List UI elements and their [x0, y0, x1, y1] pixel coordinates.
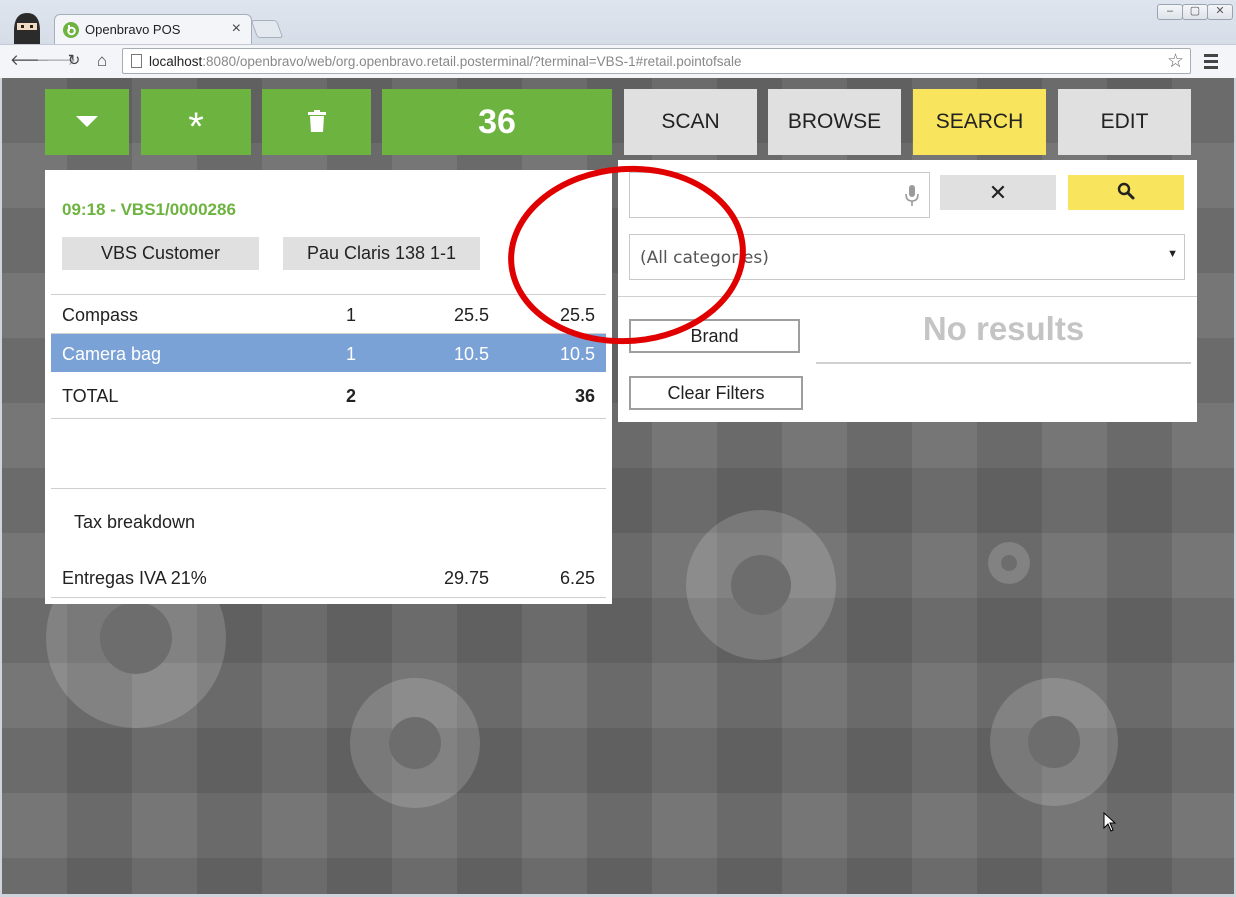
- browser-toolbar: 🡐 🡒 ↻ ⌂ localhost:8080/openbravo/web/org…: [0, 44, 1236, 78]
- total-amount: 36: [574, 386, 595, 406]
- tax-net: 29.75: [443, 568, 489, 588]
- back-icon[interactable]: 🡐: [10, 50, 50, 72]
- window-close-button[interactable]: ✕: [1207, 4, 1233, 20]
- background-logo-icon: [686, 510, 836, 660]
- ticket-id: 09:18 - VBS1/0000286: [62, 200, 236, 219]
- microphone-icon[interactable]: [905, 185, 919, 207]
- mouse-cursor-icon: [1103, 812, 1117, 832]
- line-price: 25.5: [453, 305, 489, 325]
- openbravo-favicon-icon: [63, 22, 79, 38]
- tax-name: Entregas IVA 21%: [62, 568, 207, 588]
- line-price: 10.5: [453, 344, 489, 364]
- line-product: Compass: [62, 305, 139, 325]
- new-tab-button[interactable]: [250, 20, 284, 38]
- pos-app: * 36 SCAN BROWSE SEARCH EDIT 09:18 - VBS…: [2, 78, 1234, 894]
- receipt-line-selected[interactable]: Camera bag 1 10.5 10.5: [51, 334, 606, 372]
- new-order-button[interactable]: *: [141, 89, 251, 155]
- line-gross: 25.5: [559, 305, 595, 325]
- bookmark-star-icon[interactable]: ☆: [1167, 50, 1184, 73]
- page-icon: [131, 54, 142, 68]
- total-qty: 2: [345, 386, 356, 406]
- browser-chrome: Openbravo POS × – ▢ ✕ 🡐 🡒 ↻ ⌂ localhost:…: [0, 0, 1236, 78]
- line-product: Camera bag: [62, 344, 162, 364]
- background-logo-icon: [988, 542, 1030, 584]
- tab-edit[interactable]: EDIT: [1058, 89, 1191, 155]
- receipt-line[interactable]: Compass 1 25.5 25.5: [51, 295, 606, 333]
- divider: [51, 488, 606, 489]
- receipt-panel: 09:18 - VBS1/0000286 VBS Customer Pau Cl…: [45, 170, 612, 604]
- tab-browse[interactable]: BROWSE: [768, 89, 901, 155]
- divider: [618, 296, 1197, 297]
- forward-icon[interactable]: 🡒: [36, 50, 76, 72]
- search-button[interactable]: [1068, 175, 1184, 210]
- line-qty: 1: [345, 305, 356, 325]
- search-panel: ✕ (All categories) ▼ Brand Clear Filters…: [618, 160, 1197, 422]
- delete-order-button[interactable]: [262, 89, 371, 155]
- browser-menu-icon[interactable]: [1202, 51, 1220, 71]
- clear-search-button[interactable]: ✕: [940, 175, 1056, 210]
- url-text: localhost:8080/openbravo/web/org.openbra…: [149, 54, 742, 69]
- divider: [51, 418, 606, 419]
- customer-button[interactable]: VBS Customer: [62, 237, 259, 270]
- trash-icon: [307, 109, 326, 132]
- total-row: TOTAL 2 36: [51, 376, 606, 414]
- background-logo-icon: [350, 678, 480, 808]
- browser-tab[interactable]: Openbravo POS ×: [54, 14, 252, 44]
- address-bar[interactable]: localhost:8080/openbravo/web/org.openbra…: [122, 48, 1191, 74]
- background-logo-icon: [990, 678, 1118, 806]
- line-gross: 10.5: [559, 344, 595, 364]
- tax-breakdown-title: Tax breakdown: [74, 512, 196, 532]
- tab-search[interactable]: SEARCH: [913, 89, 1046, 155]
- home-icon[interactable]: ⌂: [91, 50, 113, 72]
- category-selected: (All categories): [640, 248, 769, 268]
- search-input[interactable]: [629, 172, 930, 218]
- order-total-button[interactable]: 36: [382, 89, 612, 155]
- total-label: TOTAL: [62, 386, 119, 406]
- category-select[interactable]: (All categories) ▼: [629, 234, 1185, 280]
- caret-down-icon: ▼: [1167, 248, 1178, 260]
- maximize-button[interactable]: ▢: [1182, 4, 1208, 20]
- minimize-button[interactable]: –: [1157, 4, 1183, 20]
- ninja-icon: [14, 13, 40, 45]
- clear-filters-button[interactable]: Clear Filters: [629, 376, 803, 410]
- search-icon: [1117, 182, 1135, 200]
- menu-button[interactable]: [45, 89, 129, 155]
- reload-icon[interactable]: ↻: [63, 50, 85, 72]
- line-qty: 1: [345, 344, 356, 364]
- tax-amount: 6.25: [559, 568, 595, 588]
- tab-scan[interactable]: SCAN: [624, 89, 757, 155]
- divider: [51, 597, 606, 598]
- brand-filter-button[interactable]: Brand: [629, 319, 800, 353]
- no-results-message: No results: [816, 310, 1191, 364]
- tab-close-icon[interactable]: ×: [232, 19, 241, 39]
- menu-down-icon: [76, 115, 98, 127]
- address-button[interactable]: Pau Claris 138 1-1: [283, 237, 480, 270]
- tax-row: Entregas IVA 21% 29.75 6.25: [51, 558, 606, 596]
- tab-title: Openbravo POS: [85, 22, 181, 37]
